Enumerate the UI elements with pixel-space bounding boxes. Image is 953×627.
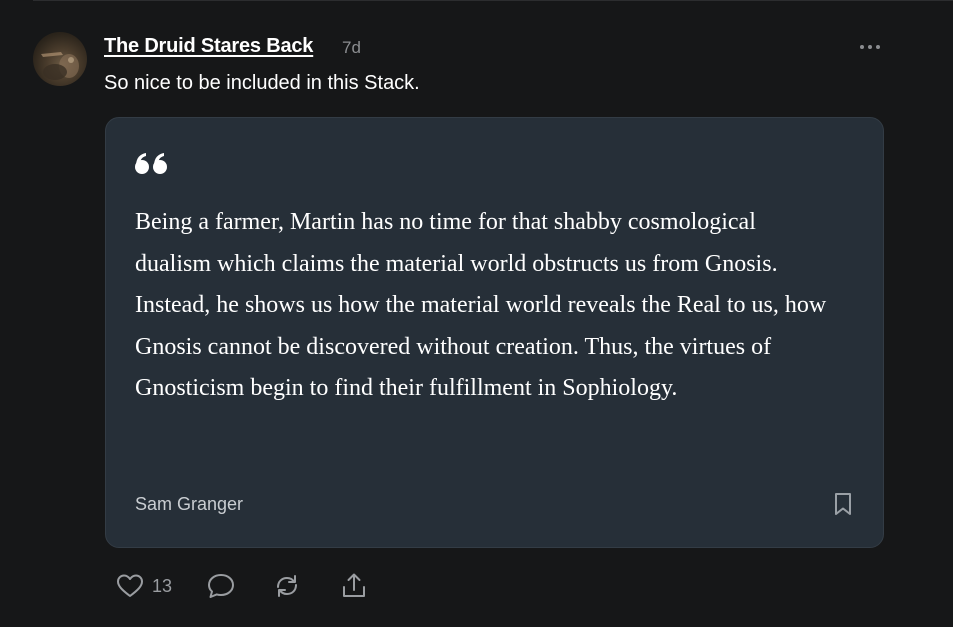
- comment-icon: [208, 574, 234, 598]
- share-icon: [343, 573, 365, 597]
- avatar-image: [41, 52, 79, 80]
- post-timestamp[interactable]: 7d: [342, 38, 361, 58]
- avatar[interactable]: [33, 32, 87, 86]
- heart-icon: [117, 574, 143, 597]
- restack-button[interactable]: [272, 570, 302, 602]
- share-button[interactable]: [340, 570, 368, 602]
- like-button[interactable]: 13: [116, 570, 172, 602]
- restack-icon: [277, 575, 297, 597]
- action-bar: 13: [116, 570, 416, 602]
- more-icon: [860, 45, 880, 49]
- more-options-button[interactable]: [856, 38, 884, 56]
- top-divider: [33, 0, 953, 1]
- quote-mark-icon: [134, 152, 170, 181]
- post-text: So nice to be included in this Stack.: [104, 72, 420, 94]
- author-name[interactable]: The Druid Stares Back: [104, 35, 313, 58]
- like-count: 13: [152, 575, 173, 596]
- comment-button[interactable]: [206, 570, 236, 602]
- bookmark-button[interactable]: [832, 491, 854, 517]
- quote-card[interactable]: Being a farmer, Martin has no time for t…: [105, 117, 884, 548]
- bookmark-icon: [835, 493, 851, 515]
- quote-author[interactable]: Sam Granger: [135, 494, 243, 515]
- quote-text: Being a farmer, Martin has no time for t…: [135, 209, 827, 402]
